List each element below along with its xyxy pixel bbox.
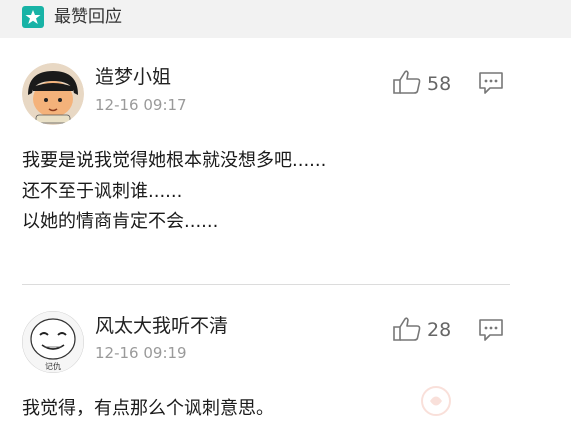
comment-text-line: 我觉得，有点那么个讽刺意思。: [22, 398, 274, 419]
timestamp: 12-16 09:17: [95, 96, 187, 114]
timestamp: 12-16 09:19: [95, 344, 187, 362]
avatar[interactable]: 记仇: [22, 311, 84, 373]
comment-text-line: 还不至于讽刺谁......: [22, 181, 183, 202]
thumbs-up-icon[interactable]: [392, 69, 422, 95]
star-icon: [22, 6, 44, 28]
meme-face-avatar: 记仇: [22, 311, 84, 373]
username[interactable]: 风太大我听不清: [95, 315, 228, 337]
reply-icon[interactable]: [478, 71, 504, 95]
reply-icon[interactable]: [478, 318, 504, 342]
divider: [22, 284, 510, 285]
like-count: 58: [427, 73, 452, 95]
thumbs-up-icon[interactable]: [392, 316, 422, 342]
username[interactable]: 造梦小姐: [95, 66, 171, 88]
comment-text-line: 以她的情商肯定不会......: [22, 211, 219, 232]
svg-text:记仇: 记仇: [45, 361, 61, 371]
comment-text-line: 我要是说我觉得她根本就没想多吧......: [22, 150, 327, 171]
section-title: 最赞回应: [54, 7, 122, 27]
cartoon-girl-avatar: [22, 63, 84, 125]
section-header: 最赞回应: [0, 0, 571, 38]
watermark-icon: [421, 386, 451, 416]
like-count: 28: [427, 319, 452, 341]
avatar[interactable]: [22, 63, 84, 125]
